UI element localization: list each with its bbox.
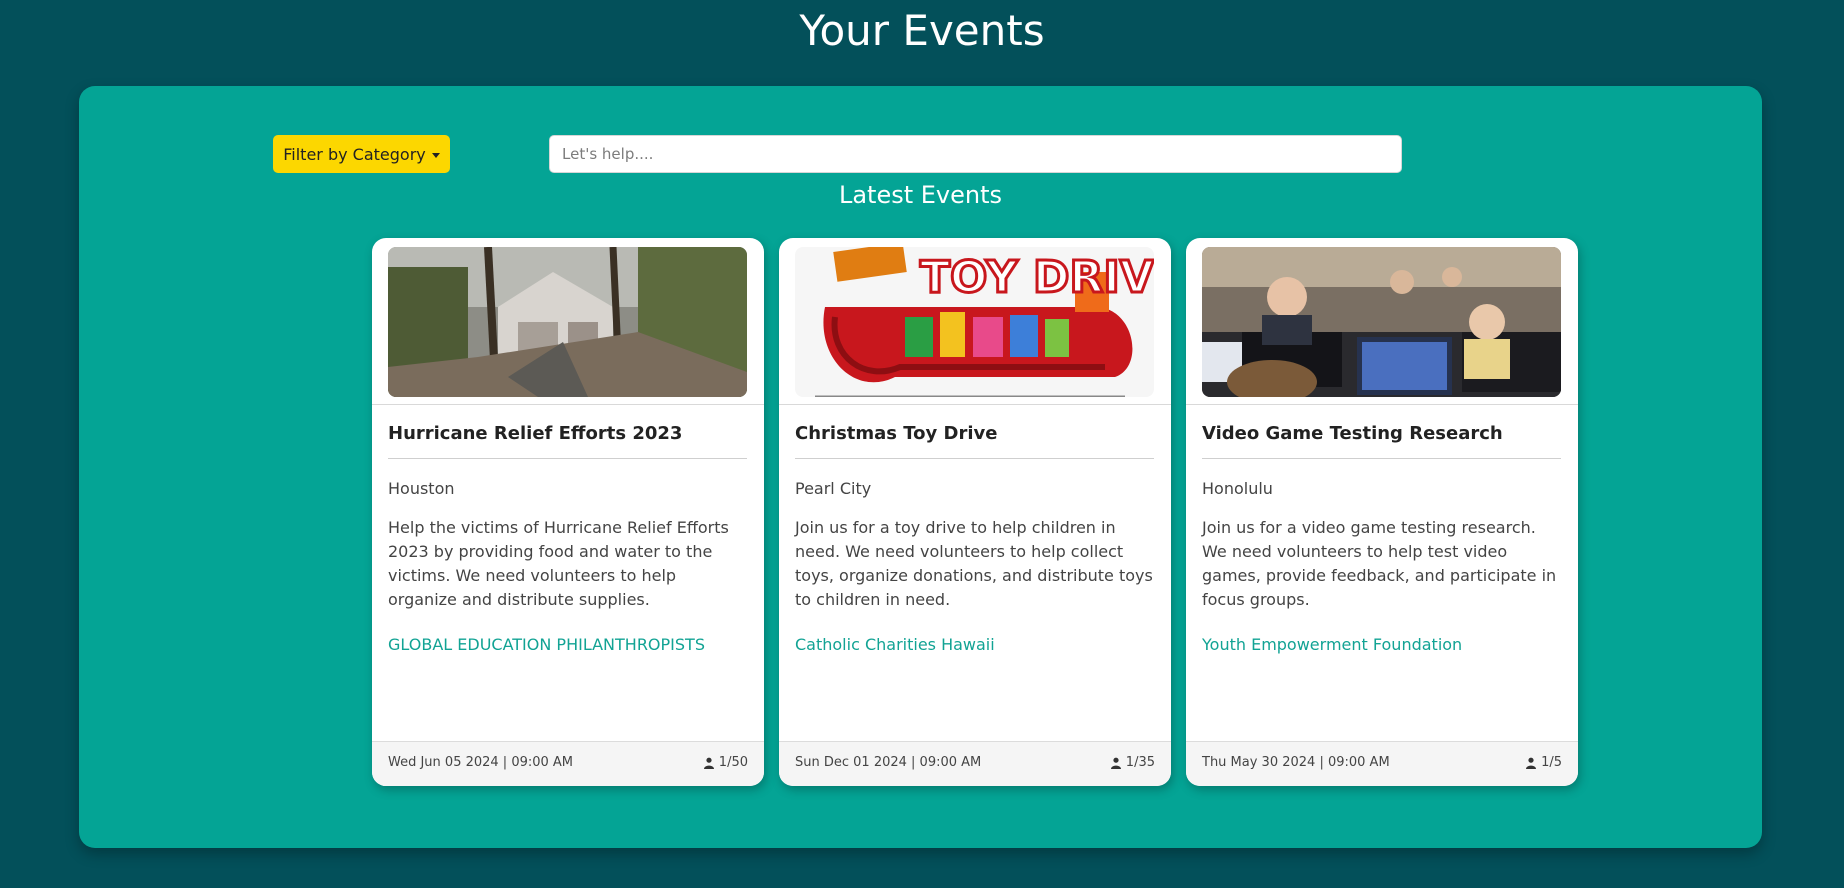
divider [1202, 458, 1561, 459]
event-card[interactable]: Hurricane Relief Efforts 2023 Houston He… [372, 238, 764, 786]
attendee-count-value: 1/35 [1125, 755, 1155, 770]
card-image-area [372, 238, 764, 405]
event-title[interactable]: Christmas Toy Drive [795, 422, 1155, 446]
attendee-count: 1/35 [1110, 754, 1155, 772]
event-title[interactable]: Video Game Testing Research [1202, 422, 1562, 446]
event-city: Pearl City [795, 479, 872, 498]
organization-link[interactable]: GLOBAL EDUCATION PHILANTHROPISTS [388, 634, 705, 656]
event-title[interactable]: Hurricane Relief Efforts 2023 [388, 422, 748, 446]
event-image [388, 247, 747, 397]
attendee-count-value: 1/50 [718, 755, 748, 770]
page-title: Your Events [799, 6, 1045, 55]
search-input[interactable] [549, 135, 1402, 173]
event-card[interactable]: TOY DRIVE Christmas Toy Drive Pearl City… [779, 238, 1171, 786]
attendee-count: 1/50 [703, 754, 748, 772]
attendee-count: 1/5 [1525, 754, 1562, 772]
card-footer: Wed Jun 05 2024 | 09:00 AM 1/50 [372, 741, 764, 786]
event-description: Join us for a toy drive to help children… [795, 518, 1153, 609]
card-image-area: TOY DRIVE [779, 238, 1171, 405]
person-icon [703, 757, 714, 769]
organization-link[interactable]: Youth Empowerment Foundation [1202, 634, 1462, 656]
card-footer: Thu May 30 2024 | 09:00 AM 1/5 [1186, 741, 1578, 786]
event-card[interactable]: Video Game Testing Research Honolulu Joi… [1186, 238, 1578, 786]
event-description: Join us for a video game testing researc… [1202, 518, 1557, 609]
person-icon [1526, 757, 1537, 769]
filter-by-category-button[interactable]: Filter by Category [273, 135, 450, 173]
event-date: Sun Dec 01 2024 | 09:00 AM [795, 755, 982, 770]
person-icon [1110, 757, 1121, 769]
divider [388, 458, 747, 459]
filter-button-label: Filter by Category [283, 144, 426, 164]
toy-drive-logo-text: TOY DRIVE [920, 252, 1154, 303]
section-title: Latest Events [838, 181, 1003, 209]
event-city: Houston [388, 479, 455, 498]
event-image [1202, 247, 1561, 397]
organization-link[interactable]: Catholic Charities Hawaii [795, 634, 995, 656]
event-image: TOY DRIVE [795, 247, 1154, 397]
card-footer: Sun Dec 01 2024 | 09:00 AM 1/35 [779, 741, 1171, 786]
events-panel: Filter by Category Latest Events [79, 86, 1762, 848]
event-date: Wed Jun 05 2024 | 09:00 AM [388, 755, 574, 770]
attendee-count-value: 1/5 [1541, 755, 1562, 770]
card-image-area [1186, 238, 1578, 405]
divider [795, 458, 1154, 459]
caret-down-icon [431, 152, 440, 158]
event-city: Honolulu [1202, 479, 1273, 498]
event-description: Help the victims of Hurricane Relief Eff… [388, 518, 729, 609]
event-date: Thu May 30 2024 | 09:00 AM [1202, 755, 1390, 770]
